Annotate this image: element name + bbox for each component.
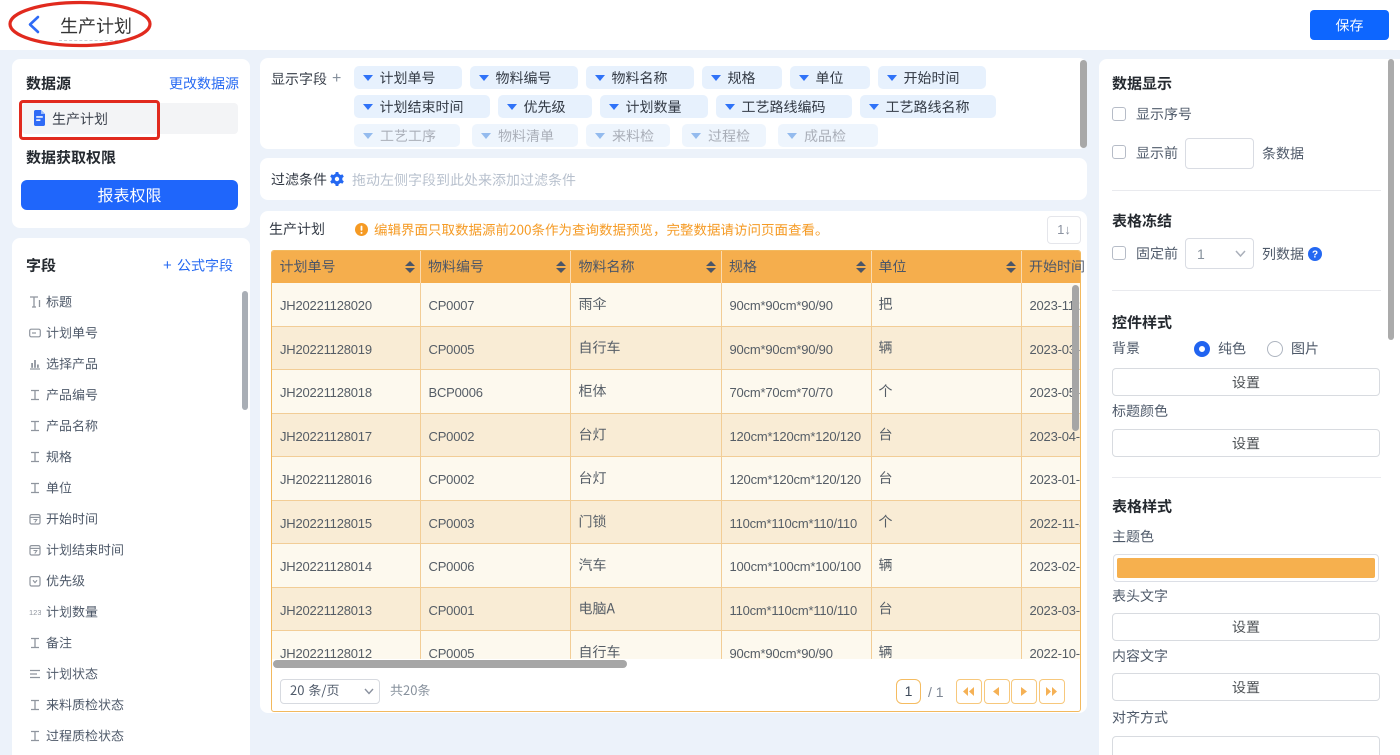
svg-text:?: ? [1312, 249, 1318, 260]
svg-text:123: 123 [29, 608, 41, 617]
